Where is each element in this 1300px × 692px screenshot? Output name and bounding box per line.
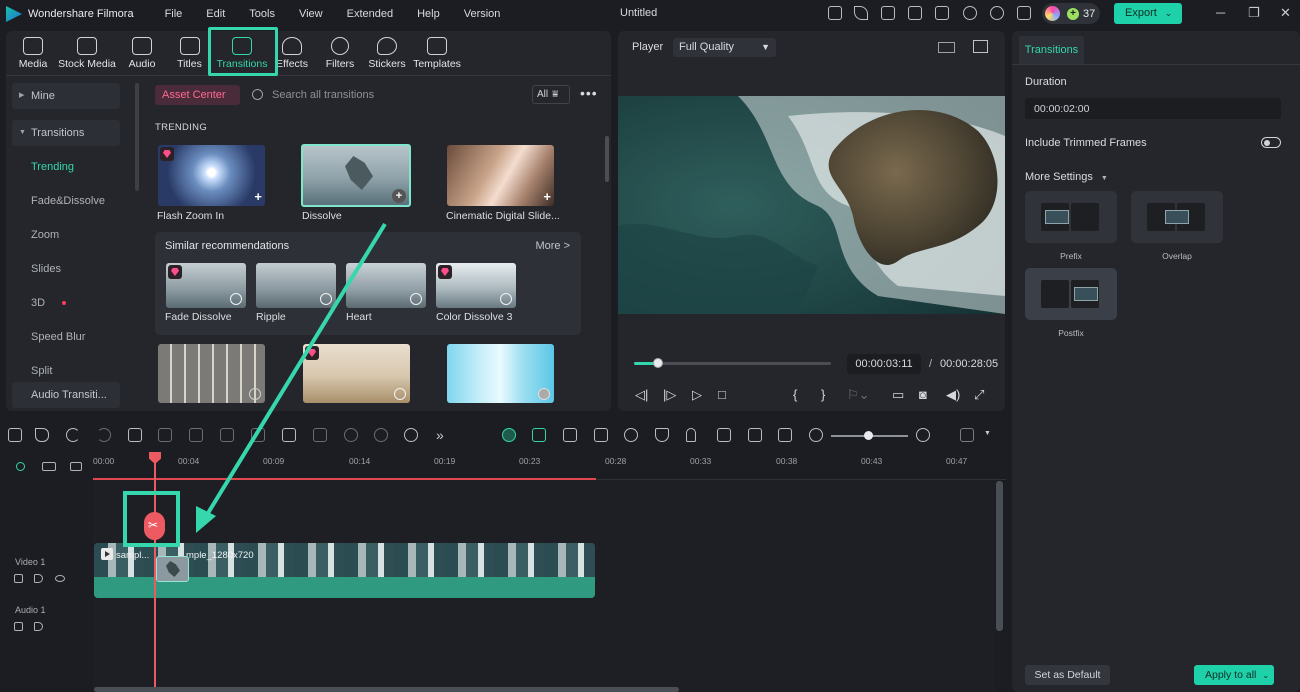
arrow-line [203, 222, 387, 520]
timeline-vertical-scrollbar[interactable] [996, 481, 1003, 631]
drag-arrow-annotation [196, 222, 387, 533]
arrow-head [196, 506, 216, 533]
scissors-icon: ✂ [148, 518, 159, 532]
playhead-line[interactable] [154, 452, 156, 692]
scissors-cut-button[interactable]: ✂ [144, 512, 165, 540]
timeline-horizontal-scrollbar[interactable] [94, 687, 679, 692]
